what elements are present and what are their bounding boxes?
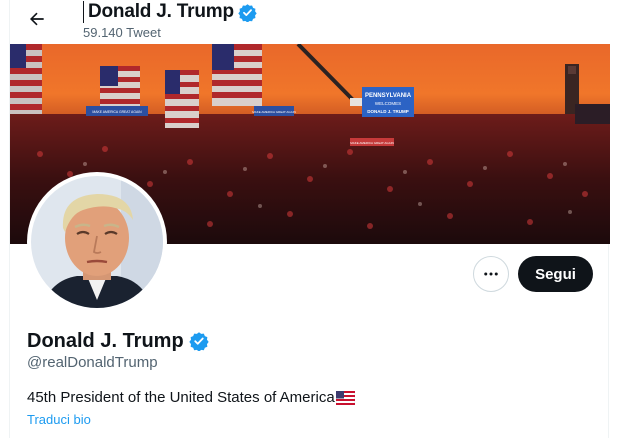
profile-name: Donald J. Trump [27,330,184,352]
header-name: Donald J. Trump [88,1,234,22]
flag-us-icon [335,390,355,405]
header-title-block: Donald J. Trump 59.140 Tweet [83,1,257,40]
more-horizontal-icon [484,272,498,276]
back-button[interactable] [24,6,50,32]
avatar-image [31,176,163,308]
profile-column: Donald J. Trump 59.140 Tweet PENNSYLVANI… [9,0,610,438]
banner-sign-left: MAKE AMERICA GREAT AGAIN [92,110,142,114]
banner-sign-small: MAKE AMERICA GREAT AGAIN [350,141,394,145]
profile-handle: @realDonaldTrump [27,354,158,371]
banner-sign-main-line3: DONALD J. TRUMP [367,109,409,114]
profile-avatar[interactable] [27,172,167,312]
profile-name-row: Donald J. Trump [27,329,209,353]
banner-sign-center: MAKE AMERICA GREAT AGAIN [252,110,296,114]
banner-sign-main-line1: PENNSYLVANIA [365,93,412,99]
profile-header-bar: Donald J. Trump 59.140 Tweet [10,0,610,44]
tweet-count: 59.140 Tweet [83,25,161,40]
verified-badge-icon [238,3,257,22]
banner-sign-main-line2: WELCOMES [375,101,401,106]
profile-bio: 45th President of the United States of A… [27,389,355,406]
bio-text: 45th President of the United States of A… [27,389,335,406]
arrow-left-icon [30,12,44,26]
more-options-button[interactable] [473,256,509,292]
follow-button[interactable]: Segui [518,256,593,292]
verified-badge-icon [189,332,209,351]
translate-bio-link[interactable]: Traduci bio [27,412,91,427]
text-cursor [83,1,84,23]
